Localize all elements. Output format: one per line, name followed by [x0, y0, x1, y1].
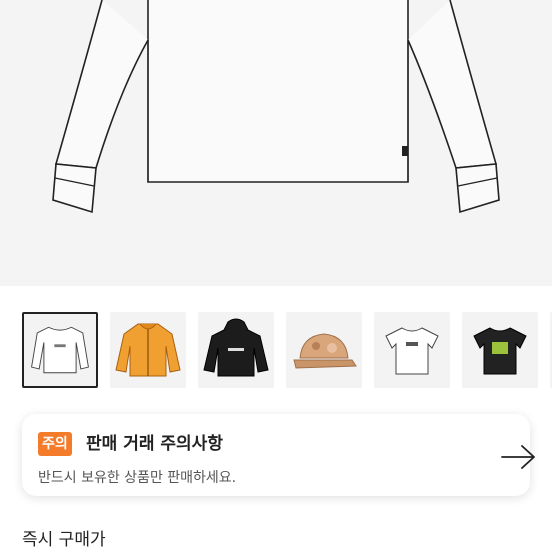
cap-icon	[293, 333, 357, 369]
sweatshirt-sketch-icon	[52, 0, 500, 214]
thumbnail-hoodie-black[interactable]	[198, 312, 274, 388]
notice-description: 반드시 보유한 상품만 판매하세요.	[38, 470, 237, 486]
thumbnail-jacket-orange[interactable]	[110, 312, 186, 388]
thumbnail-tshirt-white[interactable]	[374, 312, 450, 388]
thumbnail-strip[interactable]	[0, 310, 552, 390]
tshirt-icon	[473, 327, 527, 375]
product-main-image[interactable]	[0, 0, 552, 286]
thumbnail-cap-camo[interactable]	[286, 312, 362, 388]
caution-badge: 주의	[38, 432, 72, 456]
thumbnail-tshirt-black[interactable]	[462, 312, 538, 388]
sweatshirt-icon	[31, 326, 89, 374]
sell-caution-card[interactable]: 주의 판매 거래 주의사항 반드시 보유한 상품만 판매하세요.	[22, 414, 535, 496]
tshirt-icon	[385, 327, 439, 375]
thumbnail-sweatshirt-white[interactable]	[22, 312, 98, 388]
arrow-right-icon[interactable]	[498, 444, 538, 470]
notice-title: 판매 거래 주의사항	[86, 434, 223, 454]
hoodie-icon	[203, 318, 269, 377]
instant-buy-price-label: 즉시 구매가	[22, 530, 106, 550]
jacket-icon	[115, 323, 181, 377]
